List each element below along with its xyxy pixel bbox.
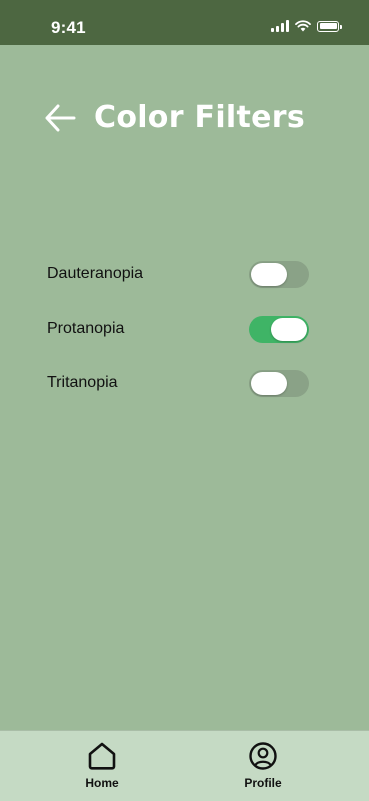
tab-profile[interactable]: Profile [223,741,303,790]
tab-bar: Home Profile [0,730,369,801]
filter-label: Protanopia [47,320,125,337]
filter-label: Tritanopia [47,374,118,391]
toggle-knob [251,262,287,286]
cellular-signal-icon [271,20,289,32]
status-icons [271,20,342,32]
protanopia-toggle[interactable] [249,315,309,343]
toggle-knob [271,317,307,341]
filter-label: Dauteranopia [47,265,144,282]
header: Color Filters [44,100,305,135]
filter-row-protanopia: Protanopia [47,315,309,343]
battery-icon [317,20,342,32]
arrow-left-icon [45,104,76,131]
status-time: 9:41 [51,18,86,37]
wifi-icon [295,20,311,32]
back-button[interactable] [44,101,78,135]
tab-label: Home [85,776,119,790]
tab-home[interactable]: Home [62,741,142,790]
filter-row-tritanopia: Tritanopia [47,369,309,397]
profile-icon [249,742,277,770]
tab-label: Profile [244,776,282,790]
dauteranopia-toggle[interactable] [249,260,309,288]
tritanopia-toggle[interactable] [249,369,309,397]
home-icon [88,742,116,770]
status-bar: 9:41 [0,0,369,45]
filter-row-dauteranopia: Dauteranopia [47,260,309,288]
page-title: Color Filters [94,100,306,135]
toggle-knob [251,371,287,395]
